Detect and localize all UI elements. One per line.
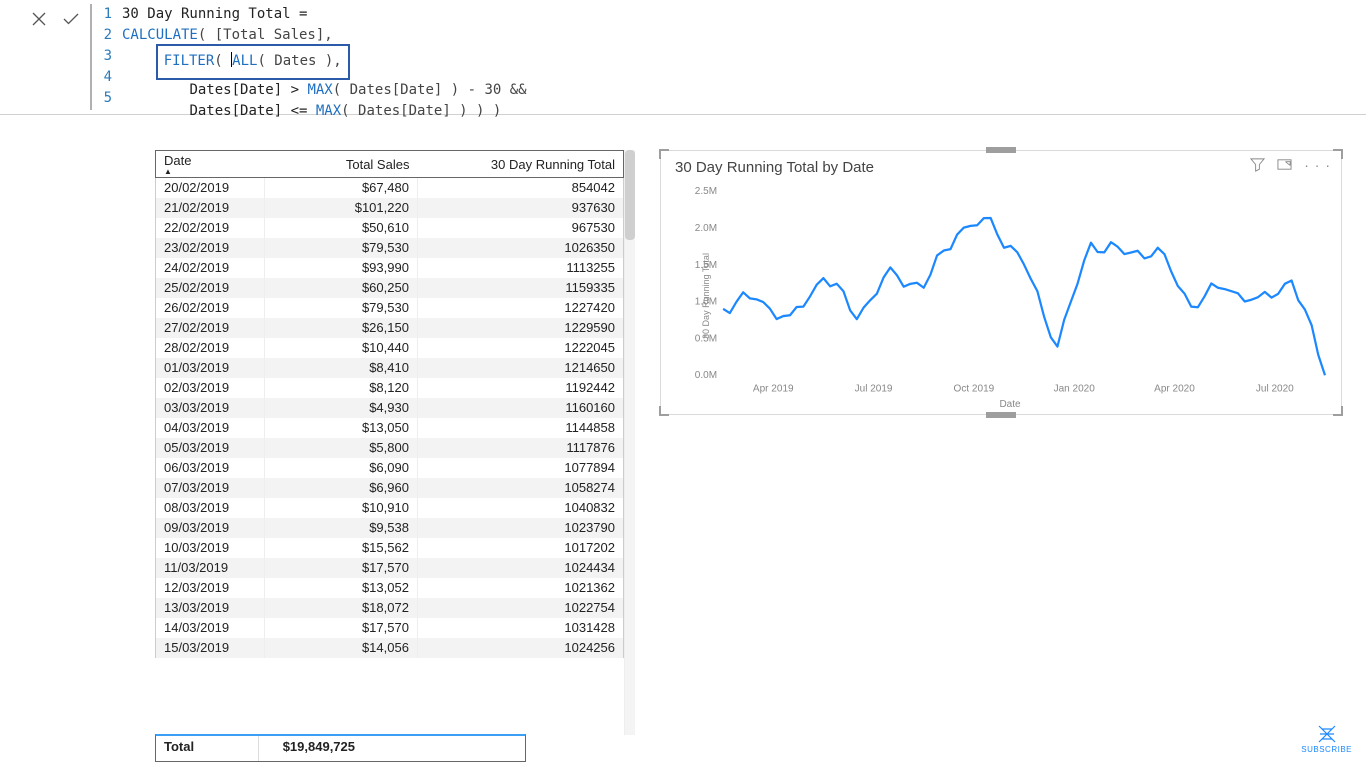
selection-corner-br[interactable] [1333, 406, 1343, 416]
svg-text:Jan 2020: Jan 2020 [1054, 383, 1096, 394]
table-row[interactable]: 28/02/2019$10,4401222045 [156, 338, 624, 358]
table-row[interactable]: 12/03/2019$13,0521021362 [156, 578, 624, 598]
total-value: $19,849,725 [259, 736, 363, 761]
focus-mode-icon[interactable] [1277, 157, 1292, 177]
table-row[interactable]: 13/03/2019$18,0721022754 [156, 598, 624, 618]
table-scrollbar[interactable] [624, 150, 635, 735]
svg-text:2.0M: 2.0M [695, 223, 717, 234]
svg-text:Jul 2019: Jul 2019 [855, 383, 893, 394]
table-row[interactable]: 04/03/2019$13,0501144858 [156, 418, 624, 438]
table-row[interactable]: 26/02/2019$79,5301227420 [156, 298, 624, 318]
selection-handle-top[interactable] [986, 147, 1016, 153]
data-table: Date▲ Total Sales 30 Day Running Total 2… [155, 150, 624, 658]
line-gutter: 1 2 3 4 5 [92, 4, 116, 110]
report-canvas[interactable]: Date▲ Total Sales 30 Day Running Total 2… [0, 120, 1366, 768]
selection-corner-bl[interactable] [659, 406, 669, 416]
header-running-total[interactable]: 30 Day Running Total [417, 151, 623, 178]
table-row[interactable]: 22/02/2019$50,610967530 [156, 218, 624, 238]
table-row[interactable]: 05/03/2019$5,8001117876 [156, 438, 624, 458]
header-date[interactable]: Date▲ [156, 151, 265, 178]
selection-handle-bottom[interactable] [986, 412, 1016, 418]
table-row[interactable]: 20/02/2019$67,480854042 [156, 178, 624, 198]
selection-corner-tr[interactable] [1333, 149, 1343, 159]
table-row[interactable]: 02/03/2019$8,1201192442 [156, 378, 624, 398]
chart-svg: 0.0M0.5M1.0M1.5M2.0M2.5M Apr 2019Jul 201… [689, 187, 1331, 404]
x-axis-label: Date [999, 399, 1020, 410]
table-row[interactable]: 15/03/2019$14,0561024256 [156, 638, 624, 658]
svg-text:0.0M: 0.0M [695, 370, 717, 381]
y-axis-label: 30 Day Running Total [701, 253, 711, 339]
measure-name: 30 Day Running Total = [122, 6, 307, 22]
table-row[interactable]: 27/02/2019$26,1501229590 [156, 318, 624, 338]
more-options-icon[interactable]: · · · [1304, 157, 1331, 177]
table-row[interactable]: 08/03/2019$10,9101040832 [156, 498, 624, 518]
table-total-row: Total $19,849,725 [155, 734, 526, 762]
svg-text:2.5M: 2.5M [695, 187, 717, 197]
table-row[interactable]: 10/03/2019$15,5621017202 [156, 538, 624, 558]
table-row[interactable]: 03/03/2019$4,9301160160 [156, 398, 624, 418]
highlighted-filter-clause: FILTER( ALL( Dates ), [156, 44, 350, 80]
selection-corner-tl[interactable] [659, 149, 669, 159]
check-icon [62, 11, 80, 27]
svg-text:Jul 2020: Jul 2020 [1256, 383, 1294, 394]
chart-plot-area: 30 Day Running Total Date 0.0M0.5M1.0M1.… [689, 187, 1331, 404]
chart-title: 30 Day Running Total by Date [675, 159, 874, 176]
commit-button[interactable] [58, 8, 84, 30]
chart-visual[interactable]: 30 Day Running Total by Date · · · 30 Da… [660, 150, 1342, 415]
table-row[interactable]: 09/03/2019$9,5381023790 [156, 518, 624, 538]
filter-icon[interactable] [1250, 157, 1265, 177]
table-row[interactable]: 01/03/2019$8,4101214650 [156, 358, 624, 378]
subscribe-watermark: SUBSCRIBE [1301, 724, 1352, 754]
sort-asc-icon: ▲ [164, 169, 257, 175]
table-header-row: Date▲ Total Sales 30 Day Running Total [156, 151, 624, 178]
table-row[interactable]: 25/02/2019$60,2501159335 [156, 278, 624, 298]
total-label: Total [156, 736, 259, 761]
header-total-sales[interactable]: Total Sales [265, 151, 418, 178]
dna-icon [1316, 724, 1338, 744]
table-row[interactable]: 23/02/2019$79,5301026350 [156, 238, 624, 258]
table-row[interactable]: 06/03/2019$6,0901077894 [156, 458, 624, 478]
formula-code[interactable]: 30 Day Running Total = CALCULATE( [Total… [116, 4, 527, 110]
table-visual[interactable]: Date▲ Total Sales 30 Day Running Total 2… [155, 150, 624, 735]
table-row[interactable]: 14/03/2019$17,5701031428 [156, 618, 624, 638]
table-row[interactable]: 11/03/2019$17,5701024434 [156, 558, 624, 578]
table-row[interactable]: 24/02/2019$93,9901113255 [156, 258, 624, 278]
cancel-button[interactable] [26, 8, 52, 30]
svg-text:Apr 2020: Apr 2020 [1154, 383, 1195, 394]
formula-editor[interactable]: 1 2 3 4 5 30 Day Running Total = CALCULA… [90, 4, 527, 110]
close-icon [31, 11, 47, 27]
table-scrollbar-thumb[interactable] [625, 150, 635, 240]
svg-text:Apr 2019: Apr 2019 [753, 383, 794, 394]
table-row[interactable]: 07/03/2019$6,9601058274 [156, 478, 624, 498]
line-series [723, 218, 1325, 375]
formula-bar: 1 2 3 4 5 30 Day Running Total = CALCULA… [0, 0, 1366, 115]
table-row[interactable]: 21/02/2019$101,220937630 [156, 198, 624, 218]
svg-text:Oct 2019: Oct 2019 [954, 383, 995, 394]
